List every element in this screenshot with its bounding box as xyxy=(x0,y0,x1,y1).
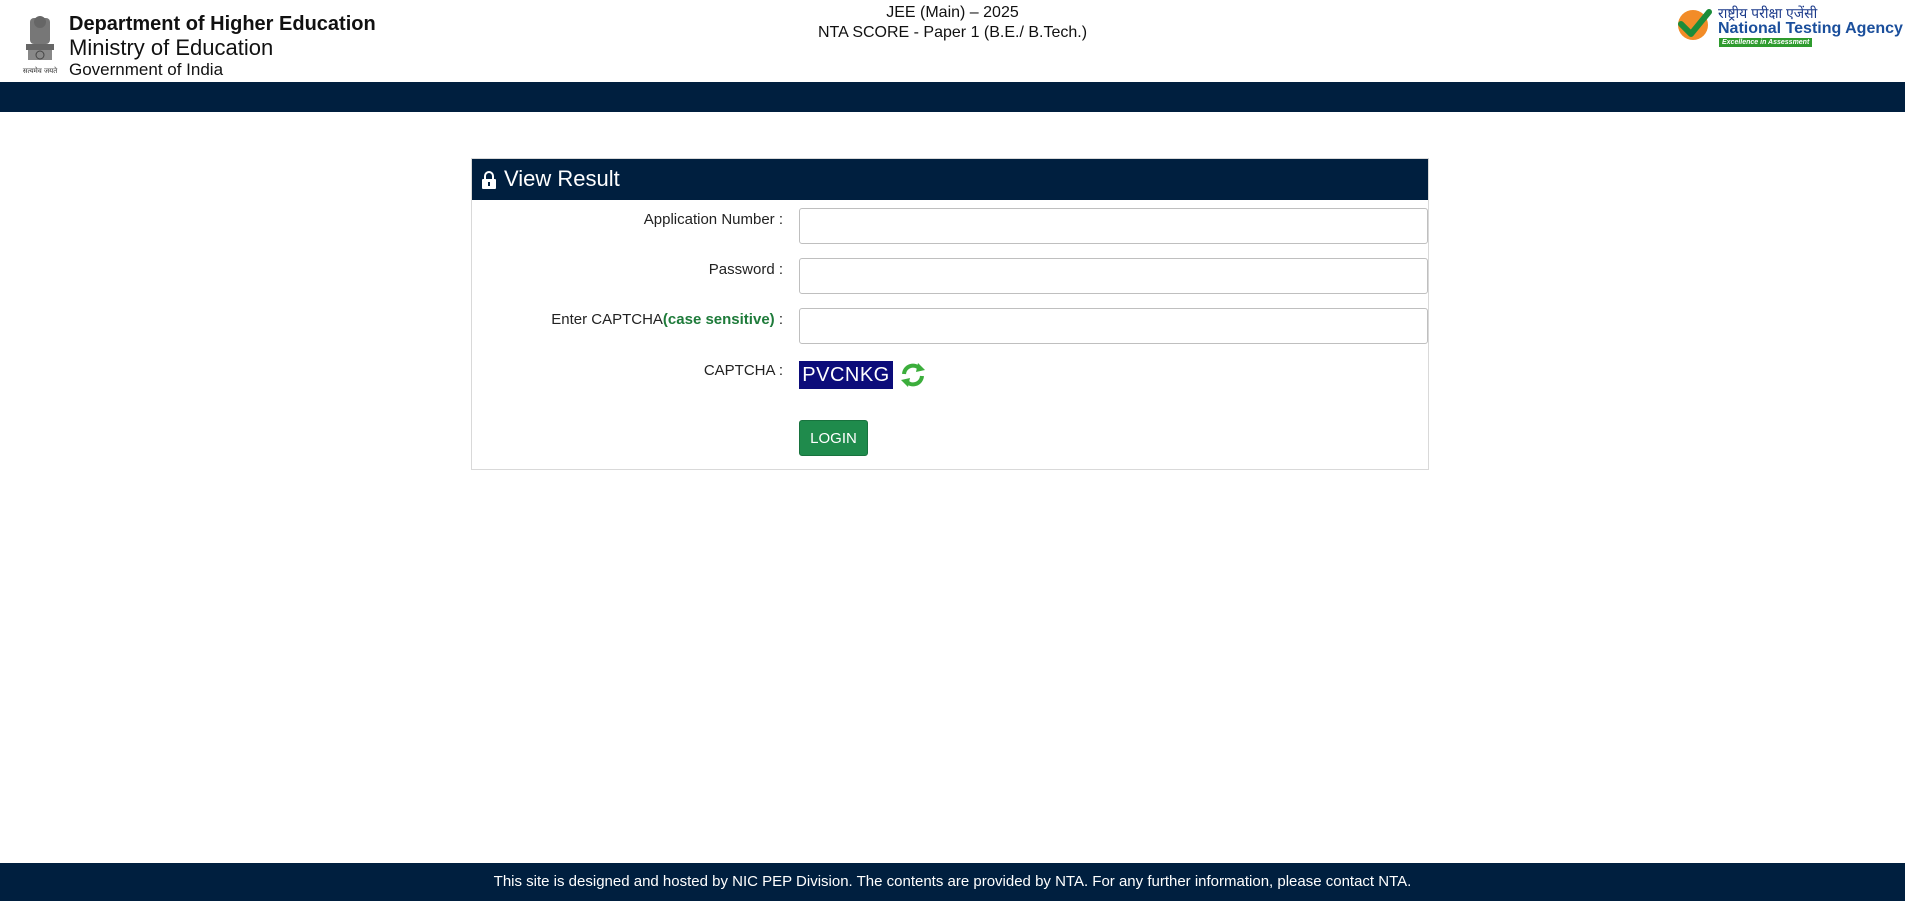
site-footer: This site is designed and hosted by NIC … xyxy=(0,863,1905,901)
application-number-input[interactable] xyxy=(799,208,1428,244)
refresh-icon[interactable] xyxy=(898,360,928,390)
exam-title-block: JEE (Main) – 2025 NTA SCORE - Paper 1 (B… xyxy=(0,3,1905,43)
site-header: सत्यमेव जयते Department of Higher Educat… xyxy=(0,0,1905,82)
login-panel: View Result Application Number : Passwor… xyxy=(471,158,1429,470)
captcha-input-label-suffix: : xyxy=(774,311,783,328)
password-label: Password : xyxy=(708,261,783,278)
captcha-input-label-text: Enter CAPTCHA xyxy=(551,311,663,328)
nta-logo: राष्ट्रीय परीक्षा एजेंसी National Testin… xyxy=(1676,5,1903,50)
captcha-input-label: Enter CAPTCHA(case sensitive) : xyxy=(551,311,783,328)
page: सत्यमेव जयते Department of Higher Educat… xyxy=(0,0,1905,901)
nta-logo-icon xyxy=(1678,9,1712,40)
case-sensitive-note: (case sensitive) xyxy=(662,311,775,328)
exam-title: JEE (Main) – 2025 xyxy=(886,4,1019,21)
login-button[interactable]: LOGIN xyxy=(799,420,868,456)
lock-icon xyxy=(482,171,496,189)
captcha-input[interactable] xyxy=(799,308,1428,344)
emblem-motto: सत्यमेव जयते xyxy=(23,66,58,75)
password-input[interactable] xyxy=(799,258,1428,294)
captcha-label: CAPTCHA : xyxy=(703,362,783,379)
nta-tagline: Excellence in Assessment xyxy=(1719,38,1813,47)
nta-name: National Testing Agency xyxy=(1718,20,1903,37)
application-number-label: Application Number : xyxy=(643,211,783,228)
panel-title: View Result xyxy=(504,166,620,191)
panel-header: View Result xyxy=(472,159,1428,200)
nav-bar xyxy=(0,82,1905,112)
captcha-image: PVCNKG xyxy=(799,361,893,389)
exam-subtitle: NTA SCORE - Paper 1 (B.E./ B.Tech.) xyxy=(817,24,1088,41)
government-name: Government of India xyxy=(69,60,224,79)
